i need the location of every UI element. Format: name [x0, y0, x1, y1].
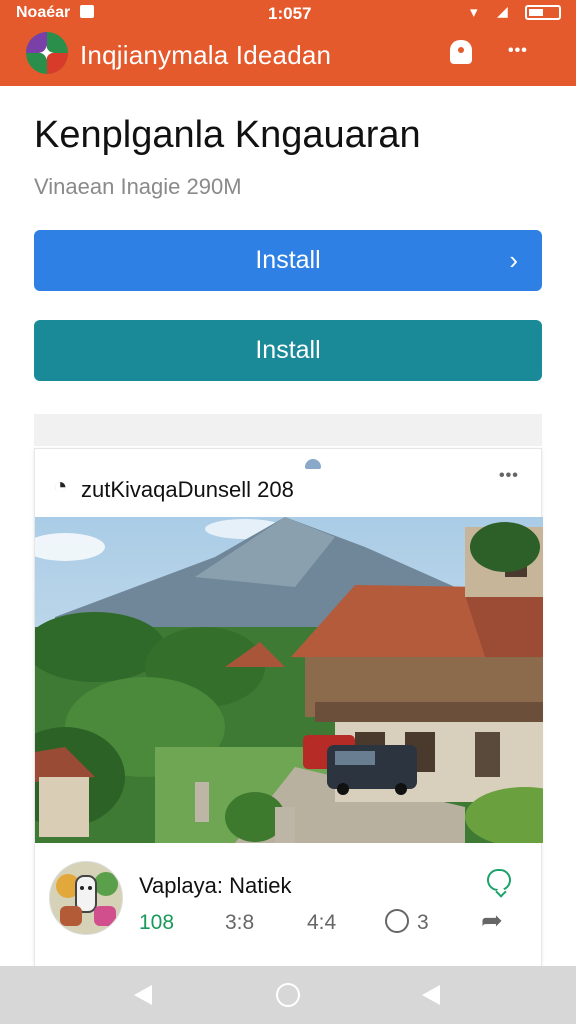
app-bar: Noaéar 1:057 ▾ ◢ ✦ Inqjianymala Ideadan …: [0, 0, 576, 86]
install-secondary-label: Install: [255, 336, 321, 364]
main-content: Kenplganla Kngauaran Vinaean Inagie 290M…: [0, 86, 576, 966]
install-button-secondary[interactable]: Install: [34, 320, 542, 381]
bell-icon[interactable]: [450, 40, 472, 64]
likes-count: 108: [139, 911, 175, 934]
install-button-primary[interactable]: Install ›: [34, 230, 542, 291]
post-card[interactable]: ◔ zutKivaqaDunsell 208 ••• Vaplaya: Nati…: [34, 448, 543, 966]
more-icon[interactable]: •••: [508, 42, 528, 60]
comments-count: 3: [417, 911, 429, 934]
share-icon[interactable]: ➦: [481, 905, 503, 936]
timer-icon: ◔: [53, 473, 68, 500]
post-photo[interactable]: [35, 517, 543, 843]
avatar[interactable]: [49, 861, 123, 935]
sim-icon: [80, 5, 94, 18]
status-bar: Noaéar 1:057 ▾ ◢: [0, 0, 576, 26]
carrier-label: Noaéar: [16, 4, 71, 21]
battery-icon: [525, 5, 561, 20]
back-icon[interactable]: [134, 985, 152, 1005]
chevron-right-icon: ›: [509, 245, 518, 275]
pin-icon: [305, 459, 321, 469]
post-title: zutKivaqaDunsell 208: [81, 477, 294, 502]
wifi-icon: ▾: [470, 4, 478, 21]
clock: 1:057: [268, 4, 312, 23]
page-title: Kenplganla Kngauaran: [34, 114, 421, 156]
comment-icon[interactable]: [385, 909, 409, 933]
home-icon[interactable]: [276, 983, 300, 1007]
views-count: 3:8: [225, 911, 255, 934]
install-primary-label: Install: [255, 246, 321, 274]
avatar-image: [50, 862, 122, 934]
app-logo-icon[interactable]: ✦: [26, 32, 68, 74]
shares-count: 4:4: [307, 911, 337, 934]
section-divider: [34, 414, 542, 446]
signal-icon: ◢: [497, 3, 508, 19]
chat-bubble-icon[interactable]: [487, 869, 511, 891]
card-more-icon[interactable]: •••: [499, 467, 519, 485]
page-subtitle: Vinaean Inagie 290M: [34, 174, 242, 199]
system-nav-bar: [0, 966, 576, 1024]
app-title: Inqjianymala Ideadan: [80, 40, 332, 70]
author-name[interactable]: Vaplaya: Natiek: [139, 873, 291, 899]
landscape-image: [35, 517, 543, 843]
recent-apps-icon[interactable]: [422, 985, 440, 1005]
